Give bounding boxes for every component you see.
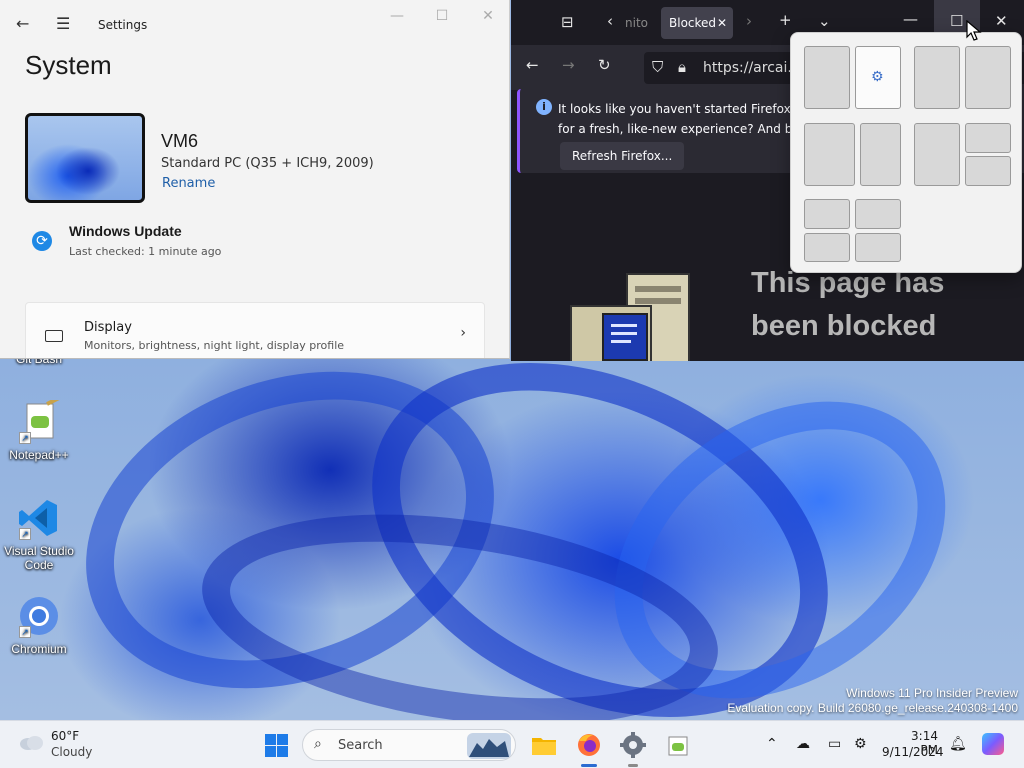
clock-date[interactable]: 9/11/2024: [882, 745, 944, 759]
watermark-line-2: Evaluation copy. Build 26080.ge_release.…: [727, 701, 1018, 715]
mouse-cursor-icon: [966, 19, 982, 42]
desktop-icon-label: Visual Studio Code: [4, 544, 74, 572]
hamburger-menu-icon[interactable]: ☰: [56, 14, 70, 33]
watermark-line-1: Windows 11 Pro Insider Preview: [846, 686, 1018, 700]
shortcut-arrow-icon: ↗: [19, 528, 31, 540]
desktop-icon-label: Notepad++: [9, 448, 69, 462]
desktop-icon-chromium[interactable]: ↗ Chromium: [4, 594, 74, 656]
close-button[interactable]: ✕: [473, 8, 503, 24]
chevron-right-icon: ›: [460, 325, 466, 341]
search-highlight-image: [467, 733, 511, 759]
taskbar-file-explorer[interactable]: [528, 729, 560, 761]
minimize-button[interactable]: —: [382, 8, 412, 24]
snap-zone-bottom-left[interactable]: [804, 233, 850, 262]
show-hidden-icons-chevron-icon[interactable]: ⌃: [766, 736, 778, 752]
notification-bell-icon[interactable]: 🔔︎: [949, 736, 967, 752]
taskbar: 60°F Cloudy ⌕ Search ⌃ ☁ ▭ ⚙ 3:14 PM 9/1…: [0, 720, 1024, 768]
taskbar-settings[interactable]: [617, 729, 649, 767]
weather-condition[interactable]: Cloudy: [51, 745, 92, 759]
tab-scroll-left-icon[interactable]: ‹: [607, 12, 613, 30]
blocked-heading: This page has been blocked: [751, 262, 944, 348]
taskbar-search[interactable]: ⌕ Search: [302, 729, 516, 761]
windows-update-title[interactable]: Windows Update: [69, 223, 182, 239]
network-icon[interactable]: ⚙: [854, 736, 867, 752]
gear-icon: [620, 732, 646, 758]
weather-temperature[interactable]: 60°F: [51, 729, 79, 743]
folder-icon: [532, 738, 556, 755]
windows-update-status: Last checked: 1 minute ago: [69, 245, 222, 258]
running-app-indicator: [628, 764, 638, 767]
gear-icon: ⚙: [871, 69, 884, 85]
snap-zone-top-right[interactable]: [965, 123, 1011, 153]
rename-link[interactable]: Rename: [162, 176, 215, 191]
device-name: VM6: [161, 131, 199, 151]
snap-zone-right[interactable]: [860, 123, 901, 186]
desktop-icon-notepad-plus-plus[interactable]: ↗ Notepad++: [4, 396, 74, 462]
firefox-view-icon[interactable]: ⊟: [561, 13, 574, 31]
vscode-icon: ↗: [17, 496, 61, 540]
display-description: Monitors, brightness, night light, displ…: [84, 339, 345, 352]
firefox-icon: [578, 734, 600, 756]
settings-titlebar: ← ☰ Settings — ☐ ✕: [0, 0, 509, 50]
tab-blocked[interactable]: Blocked ✕: [661, 7, 733, 39]
display-title: Display: [84, 320, 132, 335]
forward-arrow-icon[interactable]: →: [562, 56, 575, 74]
device-thumbnail: [25, 113, 145, 203]
snap-zone-right[interactable]: [965, 46, 1011, 109]
snap-zone-left[interactable]: [914, 123, 960, 186]
list-all-tabs-icon[interactable]: ⌄: [818, 12, 831, 30]
desktop-icon-label: Chromium: [11, 642, 67, 656]
blocked-computer-illustration: [567, 270, 697, 361]
windows-update-icon: ⟳: [32, 231, 52, 251]
tab-label: Blocked: [669, 16, 717, 30]
taskbar-firefox[interactable]: [573, 729, 605, 767]
maximize-icon: ☐: [950, 12, 964, 30]
minimize-button[interactable]: —: [903, 10, 918, 28]
snap-layouts-flyout: ⚙: [790, 32, 1022, 273]
desktop-icon-vscode[interactable]: ↗ Visual Studio Code: [4, 496, 74, 572]
info-icon: i: [536, 99, 552, 115]
tab-partial[interactable]: nito: [625, 8, 655, 38]
lock-icon[interactable]: 🔒︎: [678, 58, 686, 76]
snap-zone-left[interactable]: [914, 46, 960, 109]
device-model: Standard PC (Q35 + ICH9, 2009): [161, 156, 374, 171]
snap-zone-half-left[interactable]: [804, 46, 850, 109]
onedrive-offline-icon[interactable]: ☁: [796, 736, 810, 752]
tab-scroll-right-icon[interactable]: ›: [746, 12, 752, 30]
snap-zone-bottom-right[interactable]: [965, 156, 1011, 186]
search-icon: ⌕: [314, 736, 322, 752]
snap-zone-top-left[interactable]: [804, 199, 850, 229]
new-tab-icon[interactable]: +: [779, 11, 792, 29]
device-icon[interactable]: ▭: [828, 736, 841, 752]
settings-window: ← ☰ Settings — ☐ ✕ System VM6 Standard P…: [0, 0, 510, 359]
cloud-icon[interactable]: [18, 733, 44, 751]
window-title: Settings: [98, 18, 148, 32]
refresh-firefox-button[interactable]: Refresh Firefox...: [560, 142, 685, 170]
chromium-icon: ↗: [17, 594, 61, 638]
snap-zone-half-right[interactable]: ⚙: [855, 46, 901, 109]
blocked-heading-line-2: been blocked: [751, 310, 937, 342]
shortcut-arrow-icon: ↗: [19, 626, 31, 638]
snap-zone-top-right[interactable]: [855, 199, 901, 229]
back-arrow-icon[interactable]: ←: [526, 56, 539, 74]
maximize-button[interactable]: ☐: [427, 8, 457, 24]
reload-icon[interactable]: ↻: [598, 56, 611, 74]
display-settings-item[interactable]: Display Monitors, brightness, night ligh…: [25, 302, 485, 358]
back-arrow-icon[interactable]: ←: [16, 14, 29, 33]
taskbar-app[interactable]: [661, 729, 693, 761]
monitor-icon: [45, 330, 63, 342]
close-tab-icon[interactable]: ✕: [717, 7, 727, 39]
notepad-plus-plus-icon: [668, 736, 688, 756]
copilot-icon[interactable]: [982, 733, 1004, 755]
notepad-plus-plus-icon: ↗: [17, 396, 61, 444]
snap-zone-left[interactable]: [804, 123, 855, 186]
active-app-indicator: [581, 764, 597, 767]
close-button[interactable]: ✕: [995, 12, 1008, 30]
shortcut-arrow-icon: ↗: [19, 432, 31, 444]
start-button[interactable]: [265, 734, 288, 757]
snap-zone-bottom-right[interactable]: [855, 233, 901, 262]
shield-icon[interactable]: ⛉: [652, 58, 663, 76]
page-title: System: [25, 50, 112, 80]
search-label: Search: [338, 738, 383, 753]
